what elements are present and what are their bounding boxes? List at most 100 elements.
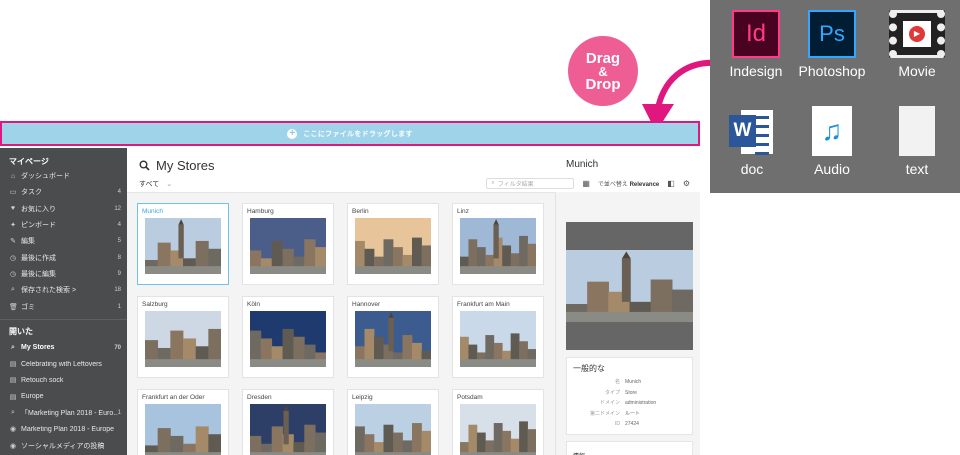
- asset-card-title: Munich: [142, 208, 163, 215]
- sidebar-item[interactable]: ▤ Europe: [0, 389, 127, 405]
- sidebar-item[interactable]: ♥ お気に入り 12: [0, 201, 127, 217]
- sidebar-item[interactable]: ◷ 最後に作成 8: [0, 249, 127, 265]
- filter-search-input[interactable]: ⌕ フィルタ結果: [486, 178, 575, 189]
- sidebar-item[interactable]: 🗑 ゴミ 1: [0, 298, 127, 314]
- sidebar-item-label: Retouch sock: [21, 376, 64, 384]
- preview-image: [566, 250, 693, 322]
- sidebar-divider: [0, 318, 127, 320]
- filetype-movie[interactable]: ▶ Movie: [877, 10, 957, 79]
- word-doc-icon: W: [729, 106, 775, 156]
- sidebar-item-count: 9: [117, 270, 121, 277]
- chevron-down-icon: ⌄: [166, 181, 173, 188]
- asset-card[interactable]: Hamburg: [242, 203, 334, 285]
- drop-zone-label: ここにファイルをドラッグします: [303, 130, 413, 138]
- grid-view-icon[interactable]: ▦: [582, 179, 590, 188]
- info-field-row: ドメイン administration: [567, 398, 692, 409]
- detail-panel: Munich 一般的な 名 Munich タイプ Store ドメイン administr…: [555, 159, 700, 455]
- toolbar: ⌕ フィルタ結果 ▦ で並べ替え Relevance ◧ ⚙: [486, 178, 690, 189]
- screen: Drag & Drop Id Indesign Ps Photoshop ▶ M…: [0, 0, 960, 455]
- sidebar-item-label: 編集: [21, 238, 35, 246]
- filetype-photoshop[interactable]: Ps Photoshop: [792, 10, 872, 79]
- page-title: My Stores: [156, 158, 215, 173]
- sidebar-item-count: 1: [117, 303, 121, 310]
- file-drop-zone[interactable]: + ここにファイルをドラッグします: [0, 121, 700, 146]
- sidebar-item[interactable]: ▤ Celebrating with Leftovers: [0, 356, 127, 372]
- asset-card[interactable]: Potsdam: [452, 389, 544, 455]
- asset-card[interactable]: Berlin: [347, 203, 439, 285]
- asset-card[interactable]: Leipzig: [347, 389, 439, 455]
- info-section-title: 一般的な: [573, 364, 605, 373]
- sidebar-item[interactable]: ⌕ 「Marketing Plan 2018 - Euro...」 1: [0, 405, 127, 421]
- info-field-row: タイプ Store: [567, 388, 692, 399]
- sidebar-item-icon: ▤: [9, 393, 17, 401]
- info-field-value: 27424: [625, 421, 639, 427]
- sidebar-item[interactable]: ▭ タスク 4: [0, 184, 127, 200]
- asset-card[interactable]: Dresden: [242, 389, 334, 455]
- sidebar-item[interactable]: ⌂ ダッシュボード: [0, 168, 127, 184]
- info-field-row: 第二ドメイン ルート: [567, 409, 692, 420]
- sidebar-header-mypage: マイページ: [9, 157, 49, 166]
- info-field-value: administration: [625, 400, 657, 406]
- asset-thumbnail: [460, 218, 536, 274]
- asset-card[interactable]: Köln: [242, 296, 334, 378]
- asset-card-title: Frankfurt am Main: [457, 301, 510, 308]
- gear-icon[interactable]: ⚙: [683, 179, 690, 188]
- asset-card[interactable]: Frankfurt am Main: [452, 296, 544, 378]
- info-field-key: 名: [614, 379, 620, 385]
- sidebar-item[interactable]: ◉ Marketing Plan 2018 - Europe: [0, 421, 127, 437]
- info-next-section: 情報: [566, 441, 693, 455]
- sidebar-item-icon: ⌕: [11, 286, 15, 294]
- sidebar-item-count: 18: [114, 287, 121, 294]
- sidebar-item-icon: ◷: [9, 270, 17, 278]
- sidebar-item-count: 4: [117, 222, 121, 229]
- asset-card[interactable]: Hannover: [347, 296, 439, 378]
- sidebar-item-count: 5: [117, 238, 121, 245]
- filetype-text[interactable]: text: [877, 106, 957, 177]
- search-icon: [139, 160, 150, 171]
- sidebar-item[interactable]: ✎ 編集 5: [0, 233, 127, 249]
- asset-card[interactable]: Munich: [137, 203, 229, 285]
- badge-line-3: Drop: [585, 75, 621, 93]
- asset-card-title: Salzburg: [142, 301, 168, 308]
- filetype-doc[interactable]: W doc: [712, 106, 792, 177]
- filetype-audio[interactable]: ♫ Audio: [792, 106, 872, 177]
- detail-preview[interactable]: [566, 222, 693, 350]
- filetype-label: text: [905, 161, 929, 177]
- sidebar-item[interactable]: ◷ 最後に編集 9: [0, 266, 127, 282]
- filetype-indesign[interactable]: Id Indesign: [716, 10, 796, 79]
- sidebar-item-icon: ▭: [9, 189, 17, 197]
- asset-grid: Munich Hamburg Berlin Linz Salzburg Köln Hanno…: [127, 192, 555, 455]
- info-field-row: 名 Munich: [567, 377, 692, 388]
- asset-thumbnail: [250, 218, 326, 274]
- filetype-label: Photoshop: [798, 63, 866, 79]
- asset-card[interactable]: Linz: [452, 203, 544, 285]
- sidebar-item-label: 最後に編集: [21, 270, 56, 278]
- photoshop-icon: Ps: [808, 10, 856, 58]
- sidebar-list: ⌂ ダッシュボード ▭ タスク 4 ♥ お気に入り 12 ✦ ピンボード 4 ✎ 編集 5 ◷ 最後に作成 8 ◷…: [0, 168, 127, 315]
- sidebar-item[interactable]: ⌕ My Stores 70: [0, 340, 127, 356]
- asset-thumbnail: [460, 311, 536, 367]
- sidebar-item[interactable]: ⌕ 保存された検索 > 18: [0, 282, 127, 298]
- sidebar-item[interactable]: ◉ ソーシャルメディアの投稿: [0, 437, 127, 453]
- sidebar: マイページ ⌂ ダッシュボード ▭ タスク 4 ♥ お気に入り 12 ✦ ピンボード 4 ✎ 編集 5 ◷ 最…: [0, 148, 127, 455]
- asset-card[interactable]: Salzburg: [137, 296, 229, 378]
- info-field-key: ID: [615, 421, 620, 427]
- sidebar-item-icon: ◉: [9, 442, 17, 450]
- movie-icon: ▶: [889, 10, 945, 58]
- filter-select[interactable]: すべて ⌄: [139, 179, 172, 189]
- asset-card-title: Köln: [247, 301, 261, 308]
- asset-card-title: Potsdam: [457, 394, 483, 401]
- drag-drop-badge: Drag & Drop: [568, 36, 638, 106]
- sidebar-item-label: ソーシャルメディアの投稿: [21, 442, 105, 450]
- sidebar-item-label: Celebrating with Leftovers: [21, 360, 102, 368]
- sidebar-item-label: タスク: [21, 189, 42, 197]
- sidebar-item[interactable]: ✦ ピンボード 4: [0, 217, 127, 233]
- sidebar-item[interactable]: ▤ Retouch sock: [0, 372, 127, 388]
- asset-card-title: Dresden: [247, 394, 272, 401]
- sidebar-item-count: 1: [117, 410, 121, 416]
- file-types-panel: Id Indesign Ps Photoshop ▶ Movie W doc ♫…: [710, 0, 960, 193]
- asset-card[interactable]: Frankfurt an der Oder: [137, 389, 229, 455]
- panel-toggle-icon[interactable]: ◧: [667, 179, 675, 188]
- sidebar-item-icon: ✎: [10, 238, 16, 246]
- sort-control[interactable]: で並べ替え Relevance: [598, 179, 659, 188]
